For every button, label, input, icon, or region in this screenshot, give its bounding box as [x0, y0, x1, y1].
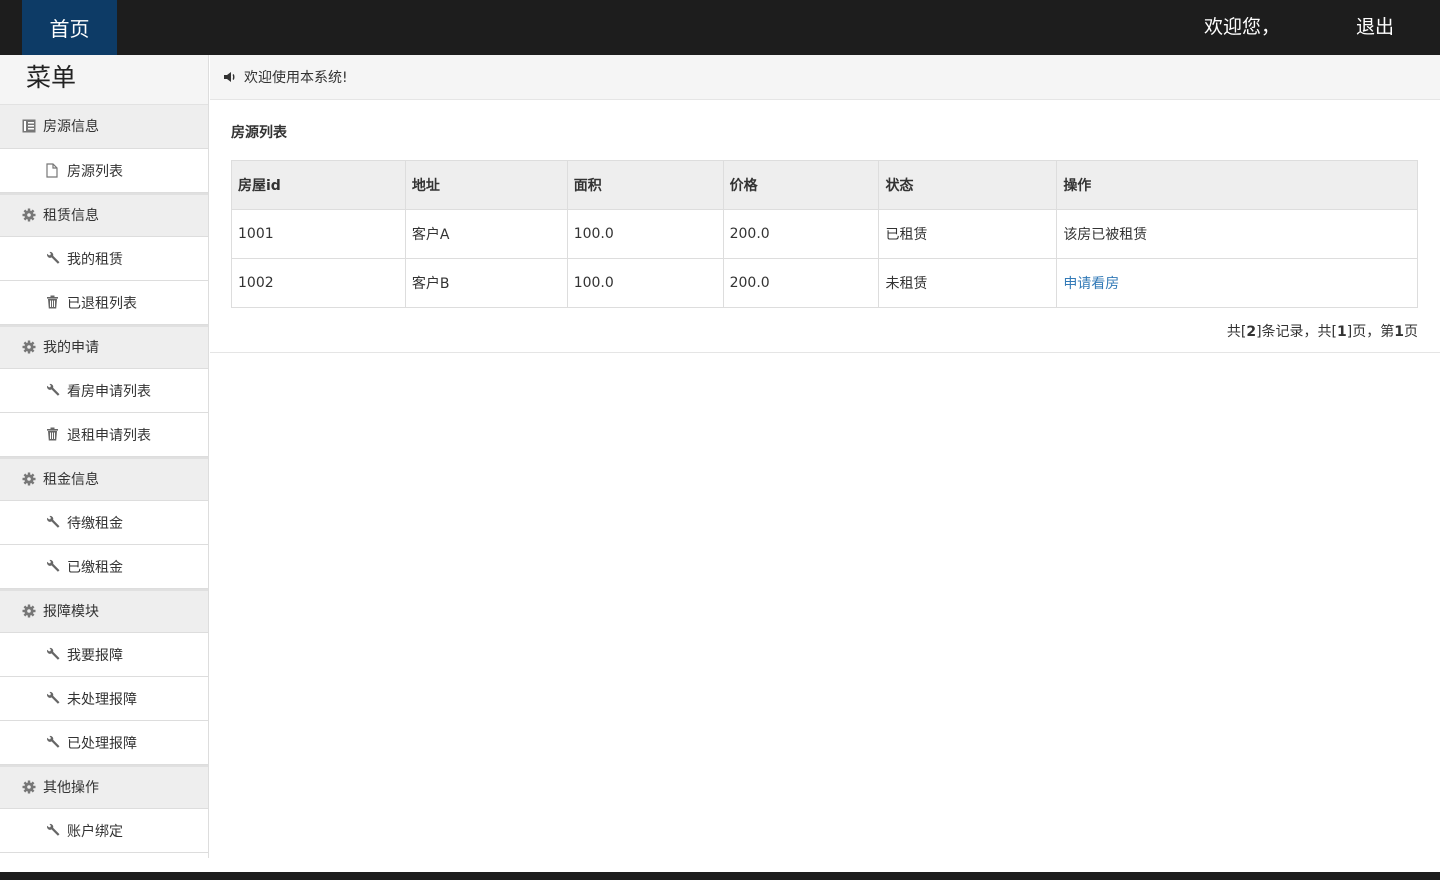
- wrench-icon: [46, 647, 62, 663]
- current-page: 1: [1394, 324, 1404, 340]
- wrench-icon: [46, 691, 62, 707]
- cell-action: 申请看房: [1056, 258, 1418, 308]
- action-text: 该房已被租赁: [1063, 227, 1148, 243]
- wrench-icon: [46, 823, 62, 839]
- table-row: 1001 客户A 100.0 200.0 已租赁 该房已被租赁: [231, 209, 1418, 259]
- cell-address: 客户B: [404, 258, 568, 308]
- wrench-icon: [46, 515, 62, 531]
- total-records: 2: [1246, 324, 1257, 340]
- menu-group-label: 我的申请: [43, 339, 99, 356]
- menu-item-0-0[interactable]: 房源列表: [0, 149, 208, 193]
- menu-item-label: 我要报障: [67, 647, 123, 664]
- menu-item-label: 我的租赁: [67, 251, 123, 268]
- apply-viewing-link[interactable]: 申请看房: [1063, 276, 1119, 292]
- bottom-bar: [0, 872, 1440, 880]
- column-header: 面积: [566, 160, 724, 210]
- file-icon: [46, 162, 62, 179]
- column-header: 价格: [722, 160, 880, 210]
- cell-action: 该房已被租赁: [1056, 209, 1418, 259]
- cell-price: 200.0: [722, 258, 880, 308]
- pager-text: ]条记录，共[: [1256, 324, 1338, 340]
- menu-item-2-1[interactable]: 退租申请列表: [0, 413, 208, 457]
- wrench-icon: [46, 559, 62, 575]
- menu-item-label: 未处理报障: [67, 691, 137, 708]
- gear-icon: [22, 340, 38, 356]
- home-button[interactable]: 首页: [22, 0, 117, 55]
- gear-icon: [22, 780, 38, 796]
- column-header: 地址: [404, 160, 568, 210]
- gear-icon: [22, 604, 38, 620]
- wrench-icon: [46, 251, 62, 267]
- menu-item-label: 退租申请列表: [67, 427, 151, 444]
- menu-group-label: 租金信息: [43, 471, 99, 488]
- menu-group-1[interactable]: 租赁信息: [0, 193, 208, 237]
- list-icon: [22, 119, 38, 135]
- table-row: 1002 客户B 100.0 200.0 未租赁 申请看房: [231, 258, 1418, 308]
- menu-group-label: 其他操作: [43, 779, 99, 796]
- menu-title: 菜单: [0, 55, 208, 105]
- menu-list: 房源信息房源列表租赁信息我的租赁已退租列表我的申请看房申请列表 退租申请列表租金信…: [0, 105, 208, 853]
- menu-item-label: 已处理报障: [67, 735, 137, 752]
- cell-status: 未租赁: [878, 258, 1058, 308]
- menu-item-5-0[interactable]: 账户绑定: [0, 809, 208, 853]
- menu-item-1-1[interactable]: 已退租列表: [0, 281, 208, 325]
- column-header: 操作: [1056, 160, 1418, 210]
- cell-area: 100.0: [566, 209, 724, 259]
- menu-group-5[interactable]: 其他操作: [0, 765, 208, 809]
- menu-group-3[interactable]: 租金信息: [0, 457, 208, 501]
- house-list-panel: 房源列表 房屋id 地址 面积 价格 状态 操作 1001 客户A 100.0 200…: [210, 100, 1440, 353]
- trash-icon: [46, 295, 62, 311]
- cell-price: 200.0: [722, 209, 880, 259]
- menu-group-label: 租赁信息: [43, 207, 99, 224]
- pager-text: 页: [1404, 324, 1418, 340]
- menu-item-label: 待缴租金: [67, 515, 123, 532]
- panel-title: 房源列表: [231, 125, 287, 141]
- menu-item-1-0[interactable]: 我的租赁: [0, 237, 208, 281]
- menu-item-4-0[interactable]: 我要报障: [0, 633, 208, 677]
- gear-icon: [22, 472, 38, 488]
- house-table: 房屋id 地址 面积 价格 状态 操作 1001 客户A 100.0 200.0 已租赁…: [231, 160, 1418, 308]
- notice-text: 欢迎使用本系统!: [244, 70, 348, 86]
- cell-address: 客户A: [404, 209, 568, 259]
- trash-icon: [46, 427, 62, 443]
- menu-group-0[interactable]: 房源信息: [0, 105, 208, 149]
- menu-item-3-0[interactable]: 待缴租金: [0, 501, 208, 545]
- menu-item-label: 已缴租金: [67, 559, 123, 576]
- menu-item-3-1[interactable]: 已缴租金: [0, 545, 208, 589]
- gear-icon: [22, 208, 38, 224]
- table-header-row: 房屋id 地址 面积 价格 状态 操作: [231, 160, 1418, 210]
- menu-item-label: 看房申请列表: [67, 383, 151, 400]
- menu-group-4[interactable]: 报障模块: [0, 589, 208, 633]
- menu-group-label: 房源信息: [43, 118, 99, 135]
- pager-text: ]页，第: [1346, 324, 1395, 340]
- column-header: 状态: [878, 160, 1058, 210]
- menu-item-4-2[interactable]: 已处理报障: [0, 721, 208, 765]
- menu-item-4-1[interactable]: 未处理报障: [0, 677, 208, 721]
- pager-text: 共[: [1226, 324, 1247, 340]
- logout-button[interactable]: 退出: [1356, 0, 1394, 55]
- cell-id: 1001: [231, 209, 406, 259]
- cell-id: 1002: [231, 258, 406, 308]
- wrench-icon: [46, 735, 62, 751]
- cell-area: 100.0: [566, 258, 724, 308]
- top-navbar: 首页 欢迎您， 退出: [0, 0, 1440, 55]
- menu-item-label: 已退租列表: [67, 295, 137, 312]
- menu-item-label: 房源列表: [67, 163, 123, 180]
- menu-item-label: 账户绑定: [67, 823, 123, 840]
- cell-status: 已租赁: [878, 209, 1058, 259]
- column-header: 房屋id: [231, 160, 406, 210]
- total-pages: 1: [1337, 324, 1347, 340]
- wrench-icon: [46, 383, 62, 399]
- table-body: 1001 客户A 100.0 200.0 已租赁 该房已被租赁 1002 客户B 100.0 20…: [231, 209, 1418, 308]
- menu-item-2-0[interactable]: 看房申请列表: [0, 369, 208, 413]
- volume-icon: [222, 69, 240, 85]
- welcome-text: 欢迎您，: [1204, 16, 1281, 38]
- menu-group-label: 报障模块: [43, 603, 99, 620]
- sidebar-menu: 菜单 房源信息房源列表租赁信息我的租赁已退租列表我的申请看房申请列表 退租申请列表…: [0, 55, 209, 858]
- notice-bar: 欢迎使用本系统!: [210, 55, 1440, 100]
- menu-group-2[interactable]: 我的申请: [0, 325, 208, 369]
- pagination-info: 共[2]条记录，共[1]页，第1页: [1227, 321, 1418, 341]
